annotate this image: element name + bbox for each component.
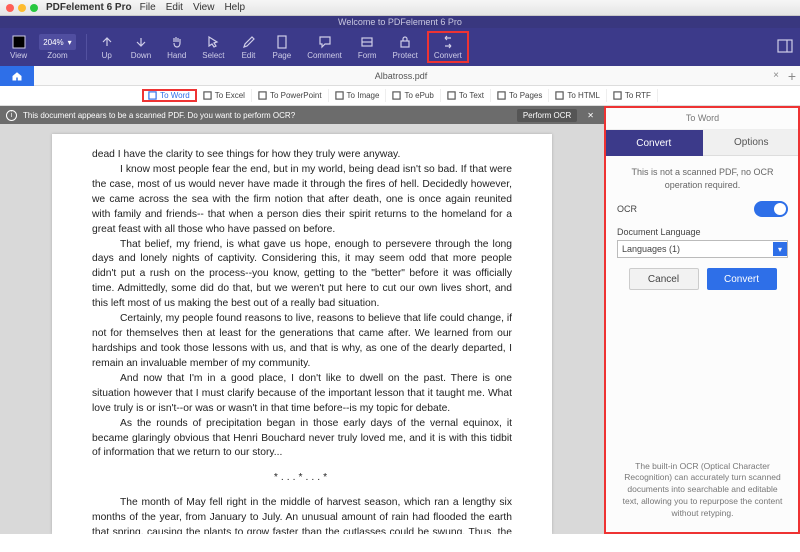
chevron-down-icon: ▾ (773, 242, 787, 256)
menu-edit[interactable]: Edit (166, 2, 183, 13)
convert-panel: To Word Convert Options This is not a sc… (604, 106, 800, 534)
close-ocr-bar-icon[interactable]: ✕ (583, 111, 598, 120)
document-page: dead I have the clarity to see things fo… (52, 134, 552, 534)
new-tab-icon[interactable]: + (784, 68, 800, 84)
mac-titlebar: PDFelement 6 Pro File Edit View Help (0, 0, 800, 16)
edit-button[interactable]: Edit (235, 32, 263, 62)
maximize-window-icon[interactable] (30, 4, 38, 12)
close-window-icon[interactable] (6, 4, 14, 12)
close-tab-icon[interactable]: × (768, 70, 784, 81)
section-divider: *...*...* (92, 471, 512, 486)
to-text-button[interactable]: To Text (441, 89, 491, 102)
document-viewport[interactable]: dead I have the clarity to see things fo… (0, 124, 604, 534)
body-text: dead I have the clarity to see things fo… (92, 148, 512, 163)
body-text: Certainly, my people found reasons to li… (92, 312, 512, 372)
menu-view[interactable]: View (193, 2, 215, 13)
to-html-button[interactable]: To HTML (549, 89, 606, 102)
perform-ocr-button[interactable]: Perform OCR (517, 109, 577, 122)
body-text: That belief, my friend, is what gave us … (92, 238, 512, 313)
welcome-subtitle: Welcome to PDFelement 6 Pro (0, 16, 800, 28)
menu-file[interactable]: File (140, 2, 156, 13)
body-text: And now that I'm in a good place, I don'… (92, 372, 512, 417)
document-tabbar: Albatross.pdf × + (0, 66, 800, 86)
document-tab-name[interactable]: Albatross.pdf (34, 71, 768, 81)
panel-notice: This is not a scanned PDF, no OCR operat… (617, 166, 788, 191)
to-excel-button[interactable]: To Excel (197, 89, 252, 102)
to-powerpoint-button[interactable]: To PowerPoint (252, 89, 329, 102)
panel-footer-text: The built-in OCR (Optical Character Reco… (605, 451, 800, 534)
ocr-label: OCR (617, 204, 637, 214)
app-name: PDFelement 6 Pro (46, 2, 132, 13)
panel-title: To Word (605, 106, 800, 130)
body-text: The month of May fell right in the middl… (92, 496, 512, 534)
home-tab[interactable] (0, 66, 34, 86)
body-text: As the rounds of precipitation began in … (92, 417, 512, 462)
zoom-select[interactable]: 204%▾ (39, 34, 75, 50)
up-button[interactable]: Up (93, 32, 121, 62)
page-button[interactable]: Page (267, 32, 298, 62)
form-button[interactable]: Form (352, 32, 383, 62)
to-pages-button[interactable]: To Pages (491, 89, 549, 102)
convert-action-button[interactable]: Convert (707, 268, 777, 290)
down-button[interactable]: Down (125, 32, 157, 62)
hand-button[interactable]: Hand (161, 32, 192, 62)
comment-button[interactable]: Comment (301, 32, 348, 62)
ocr-toggle[interactable] (754, 201, 788, 217)
to-epub-button[interactable]: To ePub (386, 89, 440, 102)
to-image-button[interactable]: To Image (329, 89, 387, 102)
panel-toggle-icon[interactable] (776, 37, 794, 58)
to-rtf-button[interactable]: To RTF (607, 89, 658, 102)
convert-button[interactable]: Convert (428, 32, 468, 62)
to-word-button[interactable]: To Word (142, 89, 197, 102)
cancel-button[interactable]: Cancel (629, 268, 699, 290)
panel-tab-options[interactable]: Options (703, 130, 800, 156)
ocr-notice-bar: i This document appears to be a scanned … (0, 106, 604, 124)
body-text: I know most people fear the end, but in … (92, 163, 512, 238)
protect-button[interactable]: Protect (387, 32, 424, 62)
select-button[interactable]: Select (196, 32, 230, 62)
language-label: Document Language (617, 227, 788, 237)
minimize-window-icon[interactable] (18, 4, 26, 12)
ocr-notice-text: This document appears to be a scanned PD… (23, 111, 511, 120)
export-format-bar: To Word To Excel To PowerPoint To Image … (0, 86, 800, 106)
main-toolbar: View 204%▾ Zoom Up Down Hand Select Edit… (0, 28, 800, 66)
language-select[interactable]: Languages (1)▾ (617, 240, 788, 258)
info-icon: i (6, 110, 17, 121)
panel-tab-convert[interactable]: Convert (605, 130, 703, 156)
menu-help[interactable]: Help (224, 2, 245, 13)
view-icon[interactable] (11, 34, 27, 50)
